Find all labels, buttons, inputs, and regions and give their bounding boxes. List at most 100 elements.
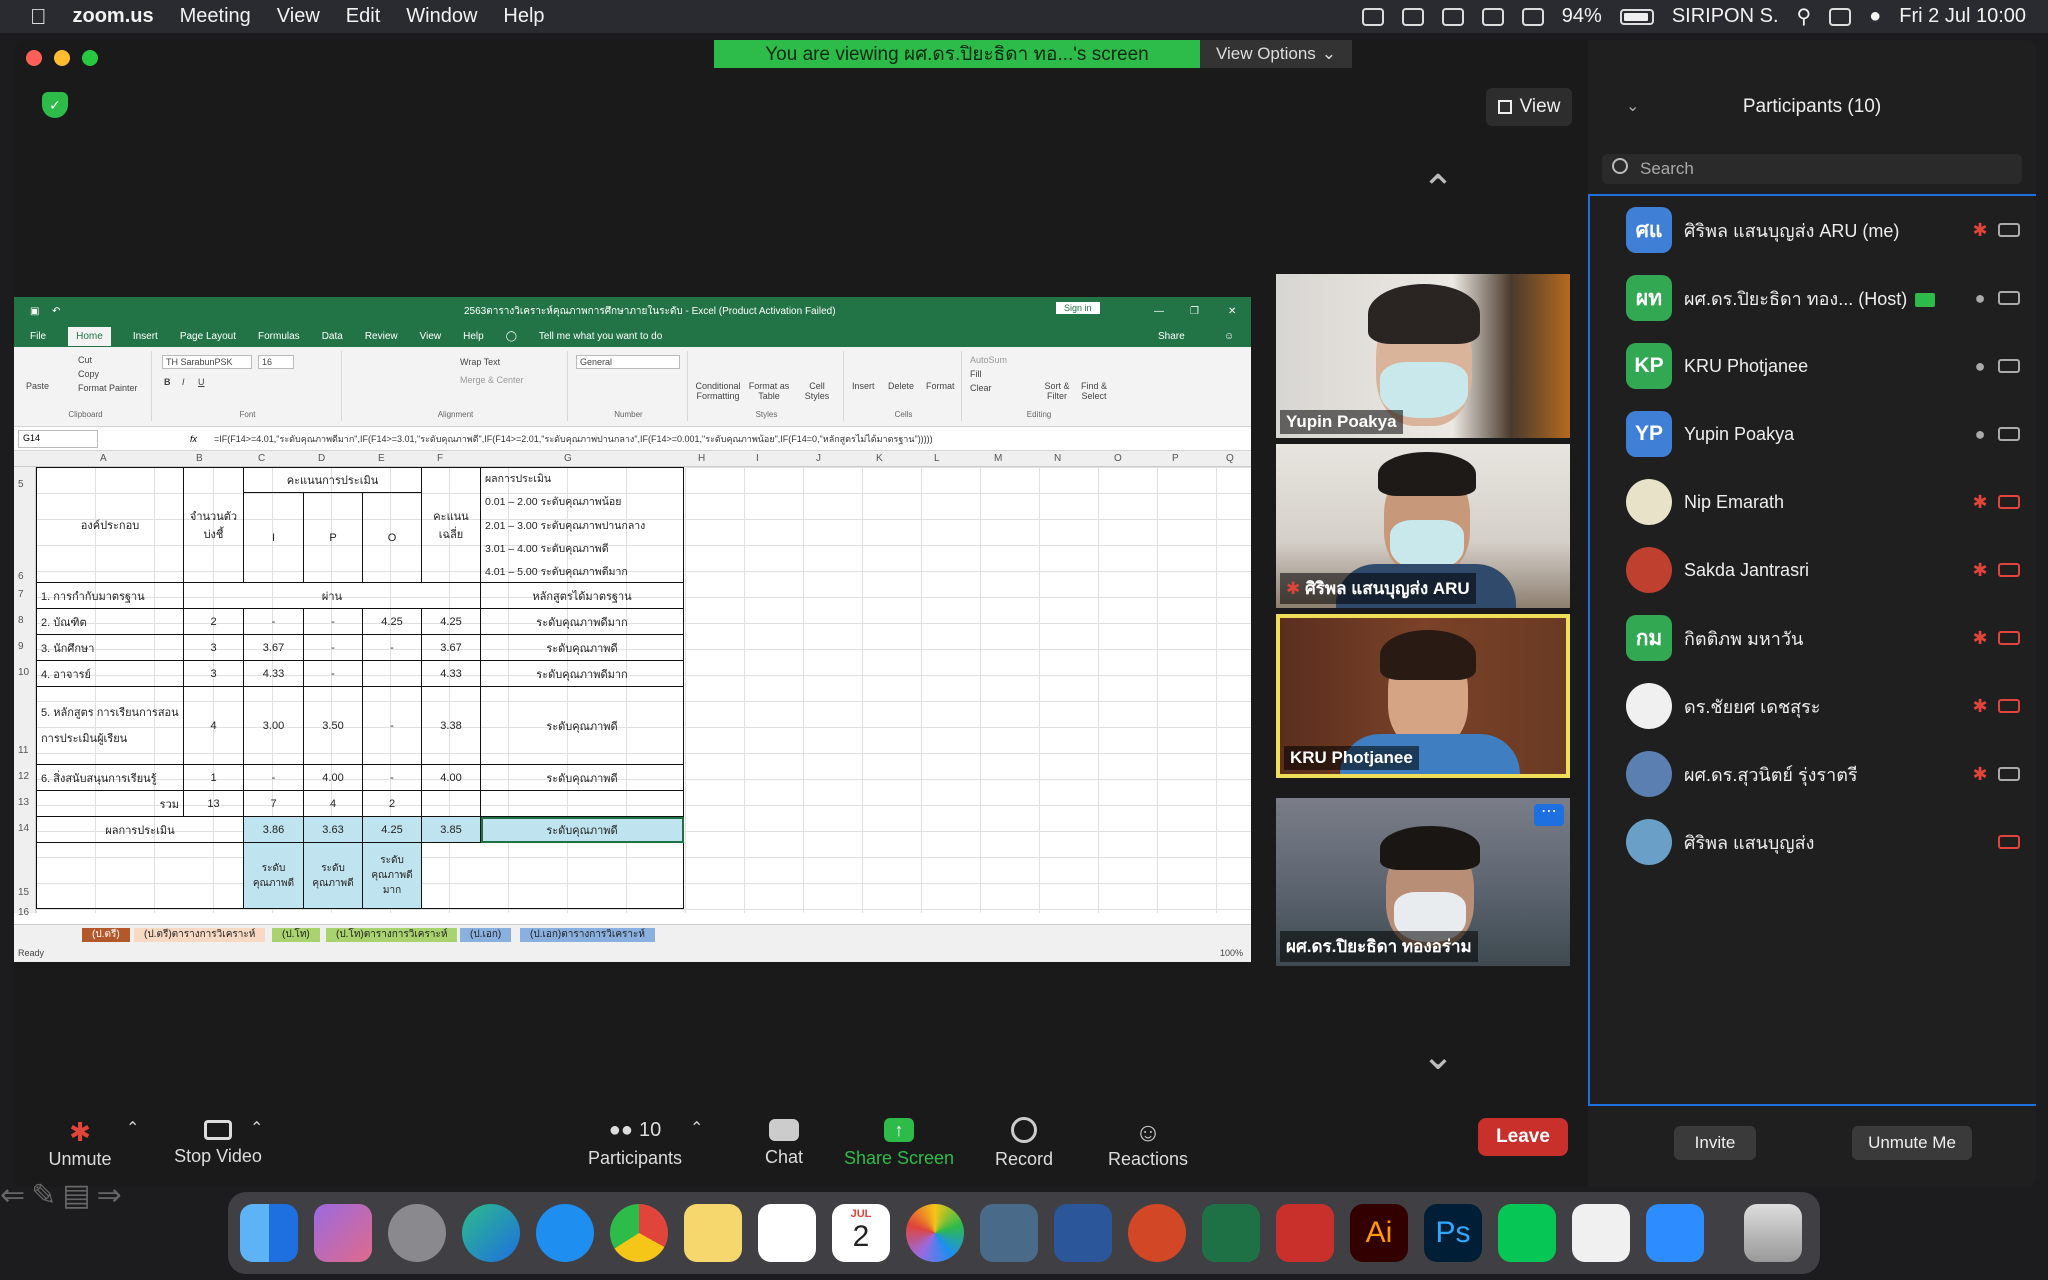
system-preferences-icon[interactable] — [388, 1204, 446, 1262]
trash-icon[interactable] — [1744, 1204, 1802, 1262]
leave-button[interactable]: Leave — [1478, 1118, 1568, 1156]
spotlight-search-icon[interactable]: ⚲ — [1797, 4, 1812, 29]
close-window-button[interactable] — [26, 50, 42, 66]
participant-row[interactable]: Nip Emarath ✱ — [1590, 468, 2036, 536]
user-name[interactable]: SIRIPON S. — [1672, 5, 1779, 28]
participant-row[interactable]: กม กิตติภพ มหาวัน ✱ — [1590, 604, 2036, 672]
mic-icon[interactable]: ● — [1970, 424, 1990, 445]
camera-off-icon[interactable] — [1998, 699, 2020, 713]
unmute-me-button[interactable]: Unmute Me — [1852, 1126, 1972, 1160]
zoom-window-button[interactable] — [82, 50, 98, 66]
camera-off-icon[interactable] — [1998, 563, 2020, 577]
zoom-app-icon[interactable] — [1646, 1204, 1704, 1262]
participant-row[interactable]: ผท ผศ.ดร.ปิยะธิดา ทอง... (Host) ● — [1590, 264, 2036, 332]
participant-row[interactable]: ผศ.ดร.สุวนิตย์ รุ่งราตรี ✱ — [1590, 740, 2036, 808]
line-app-icon[interactable] — [1498, 1204, 1556, 1262]
reminders-icon[interactable] — [758, 1204, 816, 1262]
acrobat-icon[interactable] — [1276, 1204, 1334, 1262]
view-layout-button[interactable]: View — [1486, 88, 1572, 126]
zoom-camera-icon[interactable] — [1361, 7, 1384, 26]
excel-icon[interactable] — [1202, 1204, 1260, 1262]
participant-row[interactable]: ศิริพล แสนบุญส่ง — [1590, 808, 2036, 876]
participant-row[interactable]: ศแ ศิริพล แสนบุญส่ง ARU (me) ✱ — [1590, 196, 2036, 264]
safari-icon[interactable] — [536, 1204, 594, 1262]
video-tile[interactable]: ⋯ ผศ.ดร.ปิยะธิดา ทองอร่าม — [1276, 798, 1570, 966]
scroll-up-arrow-icon[interactable]: ⌃ — [1414, 170, 1462, 210]
participant-row[interactable]: YP Yupin Poakya ● — [1590, 400, 2036, 468]
menu-meeting[interactable]: Meeting — [180, 5, 251, 28]
share-screen-label: Share Screen — [843, 1148, 955, 1168]
drive-icon[interactable] — [1401, 7, 1424, 26]
participant-row[interactable]: ดร.ชัยยศ เดชสุระ ✱ — [1590, 672, 2036, 740]
minimize-window-button[interactable] — [54, 50, 70, 66]
participants-button[interactable]: ●● 10 Participants — [580, 1100, 690, 1187]
word-icon[interactable] — [1054, 1204, 1112, 1262]
powerpoint-icon[interactable] — [1128, 1204, 1186, 1262]
video-tile-active-speaker[interactable]: KRU Photjanee — [1276, 614, 1570, 778]
view-options-button[interactable]: View Options ⌄ — [1200, 40, 1352, 68]
illustrator-icon[interactable]: Ai — [1350, 1204, 1408, 1262]
menu-view[interactable]: View — [277, 5, 320, 28]
more-options-button[interactable]: ⋯ — [1534, 804, 1564, 826]
chat-button[interactable]: Chat — [744, 1100, 824, 1187]
annotation-tools[interactable]: ⇐✎▤⇒ — [0, 1178, 190, 1214]
chrome-icon[interactable] — [610, 1204, 668, 1262]
reactions-button[interactable]: ☺ Reactions — [1100, 1100, 1196, 1187]
mic-icon[interactable]: ● — [1970, 288, 1990, 309]
monitor-icon[interactable] — [980, 1204, 1038, 1262]
menu-window[interactable]: Window — [406, 5, 477, 28]
siri-icon[interactable]: ● — [1869, 5, 1881, 28]
camera-off-icon[interactable] — [1998, 835, 2020, 849]
line-icon[interactable] — [1441, 7, 1464, 26]
muted-mic-icon[interactable]: ✱ — [1970, 220, 1990, 241]
stop-video-button[interactable]: Stop Video — [158, 1100, 278, 1187]
share-screen-button[interactable]: ↑ Share Screen — [836, 1100, 962, 1187]
control-center-icon[interactable] — [1829, 7, 1852, 26]
notion-icon[interactable] — [1521, 7, 1544, 26]
unmute-button[interactable]: ✱ Unmute — [32, 1100, 128, 1187]
camera-icon[interactable] — [1998, 767, 2020, 781]
muted-mic-icon[interactable]: ✱ — [1970, 764, 1990, 785]
textedit-icon[interactable] — [1572, 1204, 1630, 1262]
menu-edit[interactable]: Edit — [346, 5, 380, 28]
camera-icon[interactable] — [1998, 359, 2020, 373]
camera-icon[interactable] — [1998, 291, 2020, 305]
menu-app-name[interactable]: zoom.us — [73, 5, 154, 28]
invite-button[interactable]: Invite — [1674, 1126, 1756, 1160]
scroll-down-arrow-icon[interactable]: ⌄ — [1414, 1036, 1462, 1076]
video-tile[interactable]: ✱ ศิริพล แสนบุญส่ง ARU — [1276, 444, 1570, 608]
edge-icon[interactable] — [462, 1204, 520, 1262]
calendar-icon[interactable]: JUL 2 — [832, 1204, 890, 1262]
battery-icon[interactable] — [1619, 8, 1654, 25]
muted-mic-icon[interactable]: ✱ — [1970, 492, 1990, 513]
photos-icon[interactable] — [906, 1204, 964, 1262]
participant-row[interactable]: KP KRU Photjanee ● — [1590, 332, 2036, 400]
record-button[interactable]: Record — [984, 1100, 1064, 1187]
participants-options-caret-icon[interactable]: ⌃ — [690, 1118, 703, 1138]
video-tile[interactable]: Yupin Poakya — [1276, 274, 1570, 438]
participant-row[interactable]: Sakda Jantrasri ✱ — [1590, 536, 2036, 604]
mic-icon[interactable]: ● — [1970, 356, 1990, 377]
muted-mic-icon[interactable]: ✱ — [1970, 560, 1990, 581]
camera-icon[interactable] — [1998, 223, 2020, 237]
bluetooth-icon[interactable] — [1481, 7, 1504, 26]
launchpad-icon[interactable] — [314, 1204, 372, 1262]
photoshop-icon[interactable]: Ps — [1424, 1204, 1482, 1262]
row13-c: 7 — [244, 791, 304, 817]
participant-search-input[interactable]: Search — [1602, 154, 2022, 184]
notes-icon[interactable] — [684, 1204, 742, 1262]
shared-screen-excel[interactable]: ▣ ↶ 2563ตารางวิเคราะห์คุณภาพการศึกษาภายใ… — [14, 297, 1251, 962]
camera-off-icon[interactable] — [1998, 631, 2020, 645]
menu-help[interactable]: Help — [503, 5, 544, 28]
clock[interactable]: Fri 2 Jul 10:00 — [1899, 5, 2026, 28]
finder-icon[interactable] — [240, 1204, 298, 1262]
encryption-shield-icon[interactable]: ✓ — [42, 92, 68, 118]
camera-off-icon[interactable] — [1998, 495, 2020, 509]
camera-icon[interactable] — [1998, 427, 2020, 441]
apple-icon[interactable]:  — [30, 4, 47, 30]
col-header: N — [1054, 453, 1062, 464]
muted-mic-icon[interactable]: ✱ — [1970, 628, 1990, 649]
audio-options-caret-icon[interactable]: ⌃ — [126, 1118, 139, 1138]
muted-mic-icon[interactable]: ✱ — [1970, 696, 1990, 717]
video-options-caret-icon[interactable]: ⌃ — [250, 1118, 263, 1138]
